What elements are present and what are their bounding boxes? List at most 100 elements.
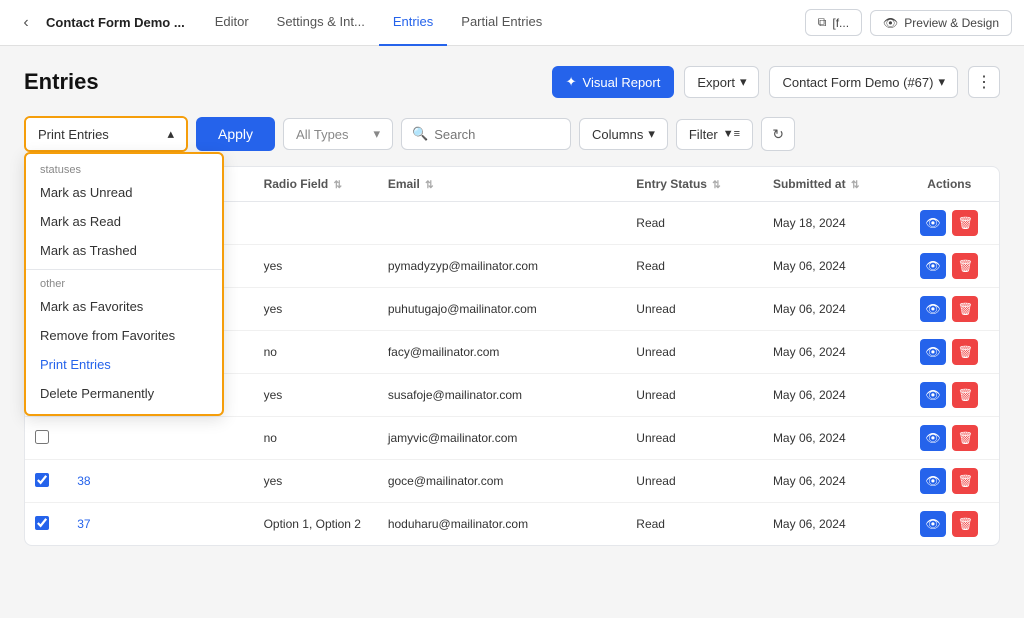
row-submitted-cell: May 06, 2024	[763, 331, 900, 374]
row-email-cell: goce@mailinator.com	[378, 460, 626, 503]
row-status-cell: Unread	[626, 288, 763, 331]
nav-form-title: Contact Form Demo ...	[46, 15, 185, 30]
filter-button[interactable]: Filter ▼≡	[676, 119, 753, 150]
col-entry-status[interactable]: Entry Status ⇅	[626, 167, 763, 202]
export-button[interactable]: Export ▾	[684, 66, 759, 98]
refresh-button[interactable]: ↻	[761, 117, 795, 151]
row-email-cell: hoduharu@mailinator.com	[378, 503, 626, 546]
row-radio-cell	[254, 202, 378, 245]
menu-item-print-entries[interactable]: Print Entries	[26, 350, 222, 379]
sort-icon: ⇅	[334, 180, 342, 191]
eye-icon: 👁	[883, 16, 898, 30]
delete-entry-button[interactable]: 🗑	[952, 382, 978, 408]
row-submitted-cell: May 18, 2024	[763, 202, 900, 245]
table-row: no jamyvic@mailinator.com Unread May 06,…	[25, 417, 999, 460]
table-row: 37 Option 1, Option 2 hoduharu@mailinato…	[25, 503, 999, 546]
col-submitted-at[interactable]: Submitted at ⇅	[763, 167, 900, 202]
col-actions: Actions	[900, 167, 999, 202]
row-radio-cell: yes	[254, 245, 378, 288]
menu-item-mark-read[interactable]: Mark as Read	[26, 207, 222, 236]
view-entry-button[interactable]: 👁	[920, 253, 946, 279]
more-options-button[interactable]: ⋮	[968, 66, 1000, 98]
row-id-cell	[67, 417, 129, 460]
row-submitted-cell: May 06, 2024	[763, 245, 900, 288]
preview-design-button[interactable]: 👁 Preview & Design	[870, 10, 1012, 36]
row-id-cell: 38	[67, 460, 129, 503]
tab-entries[interactable]: Entries	[379, 0, 447, 46]
search-input[interactable]	[434, 127, 554, 142]
row-status-cell: Unread	[626, 417, 763, 460]
form-selector-button[interactable]: Contact Form Demo (#67) ▾	[769, 66, 958, 98]
all-types-filter[interactable]: All Types ▾	[283, 118, 393, 150]
delete-entry-button[interactable]: 🗑	[952, 468, 978, 494]
apply-button[interactable]: Apply	[196, 117, 275, 151]
entry-id-link[interactable]: 37	[77, 517, 90, 531]
row-actions-cell: 👁 🗑	[900, 460, 999, 503]
view-entry-button[interactable]: 👁	[920, 210, 946, 236]
tab-partial-entries[interactable]: Partial Entries	[447, 0, 556, 46]
col-radio-field[interactable]: Radio Field ⇅	[254, 167, 378, 202]
delete-entry-button[interactable]: 🗑	[952, 296, 978, 322]
menu-item-delete-permanently[interactable]: Delete Permanently	[26, 379, 222, 408]
row-radio-cell: Option 1, Option 2	[254, 503, 378, 546]
copy-link-button[interactable]: ⧉ [f...	[805, 9, 862, 36]
row-email-cell: facy@mailinator.com	[378, 331, 626, 374]
row-checkbox[interactable]	[35, 473, 49, 487]
row-status-cell: Read	[626, 202, 763, 245]
row-email-cell: susafoje@mailinator.com	[378, 374, 626, 417]
delete-entry-button[interactable]: 🗑	[952, 210, 978, 236]
col-email[interactable]: Email ⇅	[378, 167, 626, 202]
row-checkbox[interactable]	[35, 516, 49, 530]
nav-right-actions: ⧉ [f... 👁 Preview & Design	[805, 9, 1012, 36]
row-ct-cell	[129, 503, 253, 546]
row-email-cell: pymadyzyp@mailinator.com	[378, 245, 626, 288]
menu-item-mark-trashed[interactable]: Mark as Trashed	[26, 236, 222, 265]
chevron-up-icon: ▴	[167, 126, 174, 142]
row-email-cell: puhutugajo@mailinator.com	[378, 288, 626, 331]
view-entry-button[interactable]: 👁	[920, 339, 946, 365]
tab-settings[interactable]: Settings & Int...	[263, 0, 379, 46]
row-checkbox-cell[interactable]	[25, 503, 67, 546]
delete-entry-button[interactable]: 🗑	[952, 253, 978, 279]
view-entry-button[interactable]: 👁	[920, 468, 946, 494]
menu-item-mark-unread[interactable]: Mark as Unread	[26, 178, 222, 207]
view-entry-button[interactable]: 👁	[920, 511, 946, 537]
copy-icon: ⧉	[818, 15, 827, 30]
menu-item-remove-favorites[interactable]: Remove from Favorites	[26, 321, 222, 350]
row-radio-cell: yes	[254, 374, 378, 417]
filter-icon: ▼≡	[723, 128, 740, 140]
row-submitted-cell: May 06, 2024	[763, 288, 900, 331]
statuses-section-label: statuses	[26, 160, 222, 178]
view-entry-button[interactable]: 👁	[920, 296, 946, 322]
delete-entry-button[interactable]: 🗑	[952, 425, 978, 451]
nav-back-button[interactable]: ‹	[12, 9, 40, 37]
row-checkbox-cell[interactable]	[25, 460, 67, 503]
delete-entry-button[interactable]: 🗑	[952, 511, 978, 537]
visual-report-button[interactable]: ✦ Visual Report	[552, 66, 675, 98]
menu-item-mark-favorites[interactable]: Mark as Favorites	[26, 292, 222, 321]
row-id-cell: 37	[67, 503, 129, 546]
columns-button[interactable]: Columns ▾	[579, 118, 668, 150]
chart-icon: ✦	[566, 74, 577, 90]
row-checkbox[interactable]	[35, 430, 49, 444]
row-submitted-cell: May 06, 2024	[763, 503, 900, 546]
row-email-cell: jamyvic@mailinator.com	[378, 417, 626, 460]
view-entry-button[interactable]: 👁	[920, 425, 946, 451]
chevron-down-icon: ▾	[374, 126, 381, 142]
row-actions-cell: 👁 🗑	[900, 245, 999, 288]
delete-entry-button[interactable]: 🗑	[952, 339, 978, 365]
row-status-cell: Read	[626, 245, 763, 288]
bulk-action-dropdown[interactable]: Print Entries ▴	[26, 118, 186, 150]
table-row: 38 yes goce@mailinator.com Unread May 06…	[25, 460, 999, 503]
row-email-cell	[378, 202, 626, 245]
view-entry-button[interactable]: 👁	[920, 382, 946, 408]
entry-id-link[interactable]: 38	[77, 474, 90, 488]
bulk-action-dropdown-wrapper: Print Entries ▴ statuses Mark as Unread …	[24, 116, 188, 152]
search-box[interactable]: 🔍	[401, 118, 571, 150]
bulk-action-menu: statuses Mark as Unread Mark as Read Mar…	[24, 152, 224, 416]
tab-editor[interactable]: Editor	[201, 0, 263, 46]
row-submitted-cell: May 06, 2024	[763, 374, 900, 417]
row-checkbox-cell[interactable]	[25, 417, 67, 460]
row-radio-cell: yes	[254, 288, 378, 331]
row-status-cell: Read	[626, 503, 763, 546]
